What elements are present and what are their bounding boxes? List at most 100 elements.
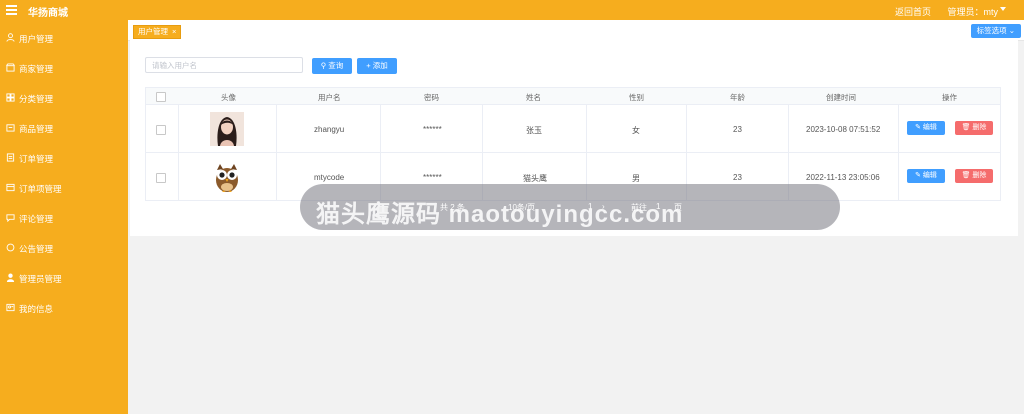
header-created: 创建时间 bbox=[826, 93, 856, 102]
main-panel: 请输入用户名 ⚲ 查询 + 添加 头像 用户名 密码 姓名 性别 年龄 创建时间… bbox=[130, 40, 1018, 236]
username-search-input[interactable]: 请输入用户名 bbox=[145, 57, 303, 73]
goto-page-input[interactable]: 1 bbox=[656, 202, 660, 211]
app-title: 华扬商城 bbox=[28, 8, 68, 19]
sidebar-item-order-items[interactable]: 订单项管理 bbox=[0, 173, 128, 203]
sidebar-item-label: 评论管理 bbox=[19, 214, 54, 224]
header-gender: 性别 bbox=[629, 93, 644, 102]
query-button[interactable]: ⚲ 查询 bbox=[312, 58, 352, 74]
comment-icon bbox=[6, 214, 15, 222]
header-name: 姓名 bbox=[526, 93, 541, 102]
cell-name: 张玉 bbox=[526, 126, 542, 135]
delete-button[interactable]: 🗑 删除 bbox=[955, 121, 993, 135]
row-checkbox[interactable] bbox=[156, 173, 166, 183]
table-row: zhangyu ****** 张玉 女 23 2023-10-08 07:51:… bbox=[145, 105, 1001, 153]
home-link[interactable]: 返回首页 bbox=[895, 5, 931, 18]
sidebar: 用户管理 商家管理 分类管理 商品管理 订单管理 订单项管理 评论管理 公告管理… bbox=[0, 20, 128, 414]
avatar bbox=[210, 112, 244, 146]
cell-age: 23 bbox=[733, 173, 742, 182]
trash-icon: 🗑 bbox=[961, 172, 971, 179]
sidebar-item-label: 管理员管理 bbox=[19, 274, 62, 284]
cell-gender: 女 bbox=[632, 126, 640, 135]
pagination-total: 共 2 条 bbox=[440, 203, 465, 212]
header-username: 用户名 bbox=[318, 93, 341, 102]
top-header: 华扬商城 返回首页 管理员：mty bbox=[0, 0, 1024, 20]
sidebar-item-merchants[interactable]: 商家管理 bbox=[0, 53, 128, 83]
cell-username: zhangyu bbox=[314, 125, 345, 134]
hamburger-menu-icon[interactable] bbox=[6, 5, 17, 15]
sidebar-item-label: 订单管理 bbox=[19, 154, 54, 164]
edit-label: 编辑 bbox=[922, 124, 937, 131]
sidebar-item-label: 分类管理 bbox=[19, 94, 54, 104]
sidebar-item-label: 订单项管理 bbox=[19, 184, 62, 194]
cell-username: mtycode bbox=[314, 173, 345, 182]
tab-bar: 用户管理 × 标签选项 ⌄ bbox=[128, 20, 1024, 41]
goods-icon bbox=[6, 124, 15, 132]
add-label: 添加 bbox=[372, 61, 388, 70]
store-icon bbox=[6, 63, 15, 72]
delete-label: 删除 bbox=[972, 172, 987, 179]
profile-icon bbox=[6, 303, 15, 312]
tab-label: 用户管理 bbox=[138, 27, 168, 36]
sidebar-item-label: 公告管理 bbox=[19, 244, 54, 254]
tab-user-management[interactable]: 用户管理 × bbox=[133, 25, 182, 39]
table-header: 头像 用户名 密码 姓名 性别 年龄 创建时间 操作 bbox=[145, 87, 1001, 105]
sidebar-item-label: 我的信息 bbox=[19, 304, 54, 314]
sidebar-item-users[interactable]: 用户管理 bbox=[0, 23, 128, 53]
sidebar-item-orders[interactable]: 订单管理 bbox=[0, 143, 128, 173]
header-avatar: 头像 bbox=[221, 93, 236, 102]
sidebar-item-comments[interactable]: 评论管理 bbox=[0, 203, 128, 233]
edit-label: 编辑 bbox=[922, 172, 937, 179]
query-label: 查询 bbox=[328, 61, 344, 70]
admin-icon bbox=[6, 273, 15, 282]
header-age: 年龄 bbox=[730, 93, 745, 102]
current-page[interactable]: 1 bbox=[588, 202, 592, 211]
close-icon[interactable]: × bbox=[172, 27, 176, 36]
chevron-right-icon[interactable]: › bbox=[602, 202, 605, 211]
notice-icon bbox=[6, 243, 15, 252]
sidebar-item-profile[interactable]: 我的信息 bbox=[0, 293, 128, 323]
user-icon bbox=[6, 33, 15, 42]
cell-name: 猫头鹰 bbox=[523, 174, 547, 183]
select-all-checkbox[interactable] bbox=[156, 92, 166, 102]
category-icon bbox=[6, 93, 15, 102]
header-actions: 操作 bbox=[942, 93, 957, 102]
admin-user-menu[interactable]: 管理员：mty bbox=[948, 5, 999, 18]
watermark-overlay: 猫头鹰源码 maotouyingcc.com bbox=[316, 201, 684, 228]
edit-icon: ✎ bbox=[915, 124, 921, 131]
sidebar-item-label: 用户管理 bbox=[19, 34, 54, 44]
sidebar-item-label: 商家管理 bbox=[19, 64, 54, 74]
chevron-down-icon[interactable] bbox=[1000, 7, 1006, 11]
pagination: 猫头鹰源码 maotouyingcc.com 共 2 条 10条/页 1 › 前… bbox=[300, 184, 840, 230]
cell-age: 23 bbox=[733, 125, 742, 134]
cell-created: 2023-10-08 07:51:52 bbox=[806, 125, 881, 134]
sidebar-item-label: 商品管理 bbox=[19, 124, 54, 134]
sidebar-item-notices[interactable]: 公告管理 bbox=[0, 233, 128, 263]
owl-avatar bbox=[210, 160, 244, 194]
header-password: 密码 bbox=[424, 93, 439, 102]
sidebar-item-goods[interactable]: 商品管理 bbox=[0, 113, 128, 143]
sidebar-item-admins[interactable]: 管理员管理 bbox=[0, 263, 128, 293]
delete-label: 删除 bbox=[972, 124, 987, 131]
order-icon bbox=[6, 153, 15, 162]
edit-button[interactable]: ✎ 编辑 bbox=[907, 121, 945, 135]
tab-options-label: 标签选项 bbox=[976, 26, 1007, 35]
add-button[interactable]: + 添加 bbox=[357, 58, 397, 74]
order-item-icon bbox=[6, 183, 15, 192]
edit-button[interactable]: ✎ 编辑 bbox=[907, 169, 945, 183]
cell-created: 2022-11-13 23:05:06 bbox=[806, 173, 880, 182]
chevron-down-icon: ⌄ bbox=[1008, 26, 1015, 35]
cell-gender: 男 bbox=[632, 174, 640, 183]
page-unit: 页 bbox=[674, 203, 682, 212]
delete-button[interactable]: 🗑 删除 bbox=[955, 169, 993, 183]
sidebar-item-categories[interactable]: 分类管理 bbox=[0, 83, 128, 113]
page-size-select[interactable]: 10条/页 bbox=[508, 202, 535, 213]
cell-password: ****** bbox=[423, 173, 442, 182]
trash-icon: 🗑 bbox=[961, 124, 971, 131]
tab-options-button[interactable]: 标签选项 ⌄ bbox=[970, 24, 1021, 38]
search-icon: ⚲ bbox=[320, 61, 327, 70]
cell-password: ****** bbox=[423, 125, 442, 134]
goto-label: 前往 bbox=[631, 203, 647, 212]
edit-icon: ✎ bbox=[915, 172, 921, 179]
plus-icon: + bbox=[366, 61, 371, 70]
row-checkbox[interactable] bbox=[156, 125, 166, 135]
